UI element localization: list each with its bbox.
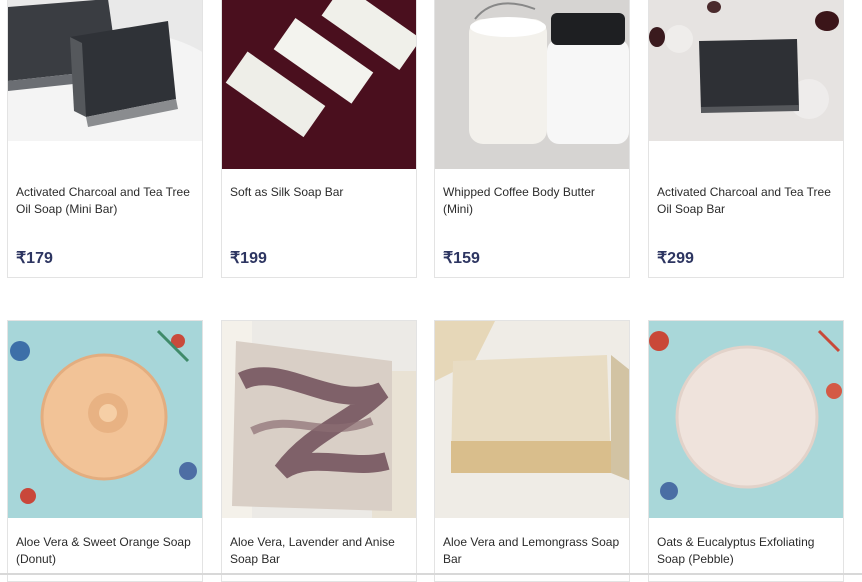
product-price: ₹179 — [16, 250, 53, 267]
product-image[interactable] — [649, 0, 843, 141]
product-card[interactable]: Aloe Vera & Sweet Orange Soap (Donut) — [7, 320, 203, 582]
product-title[interactable]: Aloe Vera, Lavender and Anise Soap Bar — [230, 534, 408, 568]
product-title[interactable]: Aloe Vera & Sweet Orange Soap (Donut) — [16, 534, 194, 568]
product-price: ₹159 — [443, 250, 480, 267]
product-title[interactable]: Oats & Eucalyptus Exfoliating Soap (Pebb… — [657, 534, 835, 568]
product-card[interactable]: Aloe Vera and Lemongrass Soap Bar — [434, 320, 630, 582]
product-image[interactable] — [222, 321, 416, 518]
product-card[interactable]: Activated Charcoal and Tea Tree Oil Soap… — [648, 0, 844, 278]
product-title[interactable]: Activated Charcoal and Tea Tree Oil Soap… — [16, 184, 194, 218]
product-card[interactable]: Oats & Eucalyptus Exfoliating Soap (Pebb… — [648, 320, 844, 582]
product-title[interactable]: Activated Charcoal and Tea Tree Oil Soap… — [657, 184, 835, 218]
product-card[interactable]: Whipped Coffee Body Butter (Mini) ₹159 — [434, 0, 630, 278]
product-image[interactable] — [649, 321, 843, 518]
product-image[interactable] — [222, 0, 416, 169]
product-card[interactable]: Aloe Vera, Lavender and Anise Soap Bar — [221, 320, 417, 582]
product-title[interactable]: Soft as Silk Soap Bar — [230, 184, 408, 201]
product-image[interactable] — [435, 0, 629, 169]
product-price: ₹299 — [657, 250, 694, 267]
product-card[interactable]: Soft as Silk Soap Bar ₹199 — [221, 0, 417, 278]
product-price: ₹199 — [230, 250, 267, 267]
product-title[interactable]: Whipped Coffee Body Butter (Mini) — [443, 184, 621, 218]
product-card[interactable]: Activated Charcoal and Tea Tree Oil Soap… — [7, 0, 203, 278]
product-image[interactable] — [8, 321, 202, 518]
product-image[interactable] — [435, 321, 629, 518]
product-image[interactable] — [8, 0, 202, 141]
product-title[interactable]: Aloe Vera and Lemongrass Soap Bar — [443, 534, 621, 568]
